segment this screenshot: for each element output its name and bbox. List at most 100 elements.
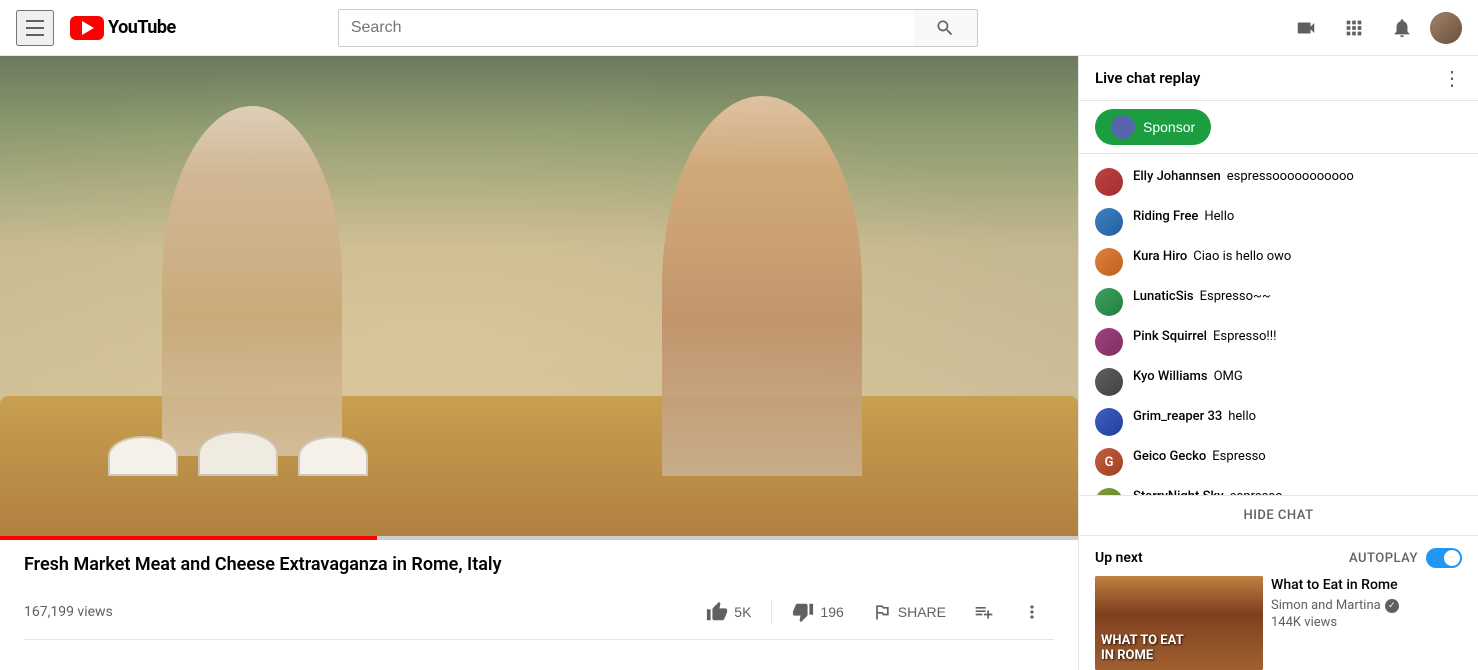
msg-avatar: G bbox=[1095, 448, 1123, 476]
msg-avatar bbox=[1095, 208, 1123, 236]
progress-bar-container[interactable] bbox=[0, 536, 1078, 540]
hamburger-menu-button[interactable] bbox=[16, 10, 54, 46]
add-to-icon bbox=[974, 602, 994, 622]
chat-message: Elly Johannsenespressooooooooooo bbox=[1079, 162, 1478, 202]
bowl-1 bbox=[108, 436, 178, 476]
avatar[interactable] bbox=[1430, 12, 1462, 44]
share-icon bbox=[872, 602, 892, 622]
dislike-button[interactable]: 196 bbox=[780, 593, 855, 631]
chat-message: StarryNight Skyespresso bbox=[1079, 482, 1478, 495]
share-button[interactable]: SHARE bbox=[860, 594, 958, 630]
apps-icon bbox=[1343, 17, 1365, 39]
msg-text: OMG bbox=[1214, 369, 1243, 384]
header: YouTube bbox=[0, 0, 1478, 56]
video-thumbnail[interactable] bbox=[0, 56, 1078, 536]
msg-name: LunaticSis bbox=[1133, 289, 1194, 304]
chat-more-options-button[interactable]: ⋮ bbox=[1442, 68, 1462, 88]
dislike-count: 196 bbox=[820, 604, 843, 620]
msg-text: Espresso~~ bbox=[1200, 289, 1271, 304]
msg-content: StarryNight Skyespresso bbox=[1133, 488, 1462, 495]
msg-text: Ciao is hello owo bbox=[1193, 249, 1291, 264]
msg-avatar bbox=[1095, 288, 1123, 316]
action-buttons: 5K 196 SHARE bbox=[694, 593, 1054, 631]
video-title: Fresh Market Meat and Cheese Extravaganz… bbox=[24, 552, 1054, 577]
upnext-thumb-text: WHAT TO EATIN ROME bbox=[1101, 633, 1184, 664]
video-wrapper bbox=[0, 56, 1078, 540]
notifications-icon bbox=[1391, 17, 1413, 39]
msg-content: Kyo Williams OMG bbox=[1133, 368, 1462, 384]
msg-name: Pink Squirrel bbox=[1133, 329, 1207, 344]
food-items bbox=[108, 396, 970, 476]
upnext-label: Up next bbox=[1095, 550, 1143, 566]
avatar-image bbox=[1430, 12, 1462, 44]
sponsor-label: Sponsor bbox=[1143, 119, 1195, 135]
msg-avatar bbox=[1095, 488, 1123, 495]
chat-header: Live chat replay ⋮ bbox=[1079, 56, 1478, 101]
chat-message: Pink Squirrel Espresso!!! bbox=[1079, 322, 1478, 362]
msg-name: Kura Hiro bbox=[1133, 249, 1187, 264]
msg-name: Kyo Williams bbox=[1133, 369, 1208, 384]
msg-avatar bbox=[1095, 248, 1123, 276]
youtube-logo[interactable]: YouTube bbox=[70, 16, 176, 40]
msg-text: hello bbox=[1228, 409, 1256, 424]
msg-content: Riding FreeHello bbox=[1133, 208, 1462, 224]
msg-text: Espresso!!! bbox=[1213, 329, 1276, 344]
share-label: SHARE bbox=[898, 604, 946, 620]
more-options-button[interactable] bbox=[1010, 594, 1054, 630]
upnext-section: Up next AUTOPLAY WHAT TO EATIN ROME What… bbox=[1079, 535, 1478, 670]
sponsor-button[interactable]: Sponsor bbox=[1095, 109, 1211, 145]
video-section: Fresh Market Meat and Cheese Extravaganz… bbox=[0, 56, 1078, 670]
like-count: 5K bbox=[734, 604, 751, 620]
upnext-views: 144K views bbox=[1271, 615, 1462, 630]
msg-avatar bbox=[1095, 368, 1123, 396]
upnext-channel: Simon and Martina ✓ bbox=[1271, 598, 1462, 613]
msg-content: Grim_reaper 33 hello bbox=[1133, 408, 1462, 424]
upnext-video-title: What to Eat in Rome bbox=[1271, 576, 1462, 594]
bowl-3 bbox=[298, 436, 368, 476]
search-icon bbox=[935, 18, 955, 38]
create-video-button[interactable] bbox=[1286, 8, 1326, 48]
chat-message: Kura Hiro Ciao is hello owo bbox=[1079, 242, 1478, 282]
video-meta-row: 167,199 views 5K 196 bbox=[24, 585, 1054, 640]
chat-title: Live chat replay bbox=[1095, 69, 1200, 87]
view-count: 167,199 views bbox=[24, 604, 113, 620]
bowl-2 bbox=[198, 431, 278, 476]
upnext-video-info: What to Eat in Rome Simon and Martina ✓ … bbox=[1271, 576, 1462, 670]
msg-name: Grim_reaper 33 bbox=[1133, 409, 1222, 424]
msg-avatar bbox=[1095, 168, 1123, 196]
search-container bbox=[338, 9, 978, 47]
chat-messages[interactable]: Elly Johannsenespressooooooooooo Riding F… bbox=[1079, 154, 1478, 495]
chat-message: Kyo Williams OMG bbox=[1079, 362, 1478, 402]
hide-chat-button[interactable]: HIDE CHAT bbox=[1079, 495, 1478, 535]
msg-text: Hello bbox=[1204, 209, 1234, 224]
create-video-icon bbox=[1295, 17, 1317, 39]
msg-text: espressooooooooooo bbox=[1227, 169, 1354, 184]
youtube-logo-icon bbox=[70, 16, 104, 40]
msg-name: Geico Gecko bbox=[1133, 449, 1206, 464]
apps-button[interactable] bbox=[1334, 8, 1374, 48]
msg-avatar bbox=[1095, 408, 1123, 436]
upnext-video[interactable]: WHAT TO EATIN ROME What to Eat in Rome S… bbox=[1095, 576, 1462, 670]
header-left: YouTube bbox=[16, 10, 176, 46]
msg-content: Kura Hiro Ciao is hello owo bbox=[1133, 248, 1462, 264]
youtube-logo-text: YouTube bbox=[108, 17, 176, 38]
thumbs-down-icon bbox=[792, 601, 814, 623]
notifications-button[interactable] bbox=[1382, 8, 1422, 48]
thumbs-up-icon bbox=[706, 601, 728, 623]
autoplay-label: AUTOPLAY bbox=[1349, 551, 1418, 566]
chat-message: LunaticSis Espresso~~ bbox=[1079, 282, 1478, 322]
search-input[interactable] bbox=[338, 9, 914, 47]
autoplay-toggle[interactable] bbox=[1426, 548, 1462, 568]
search-button[interactable] bbox=[914, 9, 978, 47]
verified-icon: ✓ bbox=[1385, 599, 1399, 613]
msg-avatar bbox=[1095, 328, 1123, 356]
msg-content: LunaticSis Espresso~~ bbox=[1133, 288, 1462, 304]
like-button[interactable]: 5K bbox=[694, 593, 763, 631]
header-right bbox=[1286, 8, 1462, 48]
action-divider bbox=[771, 600, 772, 624]
msg-content: Elly Johannsenespressooooooooooo bbox=[1133, 168, 1462, 184]
upnext-header: Up next AUTOPLAY bbox=[1095, 548, 1462, 568]
add-to-button[interactable] bbox=[962, 594, 1006, 630]
main-layout: Fresh Market Meat and Cheese Extravaganz… bbox=[0, 56, 1478, 670]
msg-text: Espresso bbox=[1212, 449, 1265, 464]
